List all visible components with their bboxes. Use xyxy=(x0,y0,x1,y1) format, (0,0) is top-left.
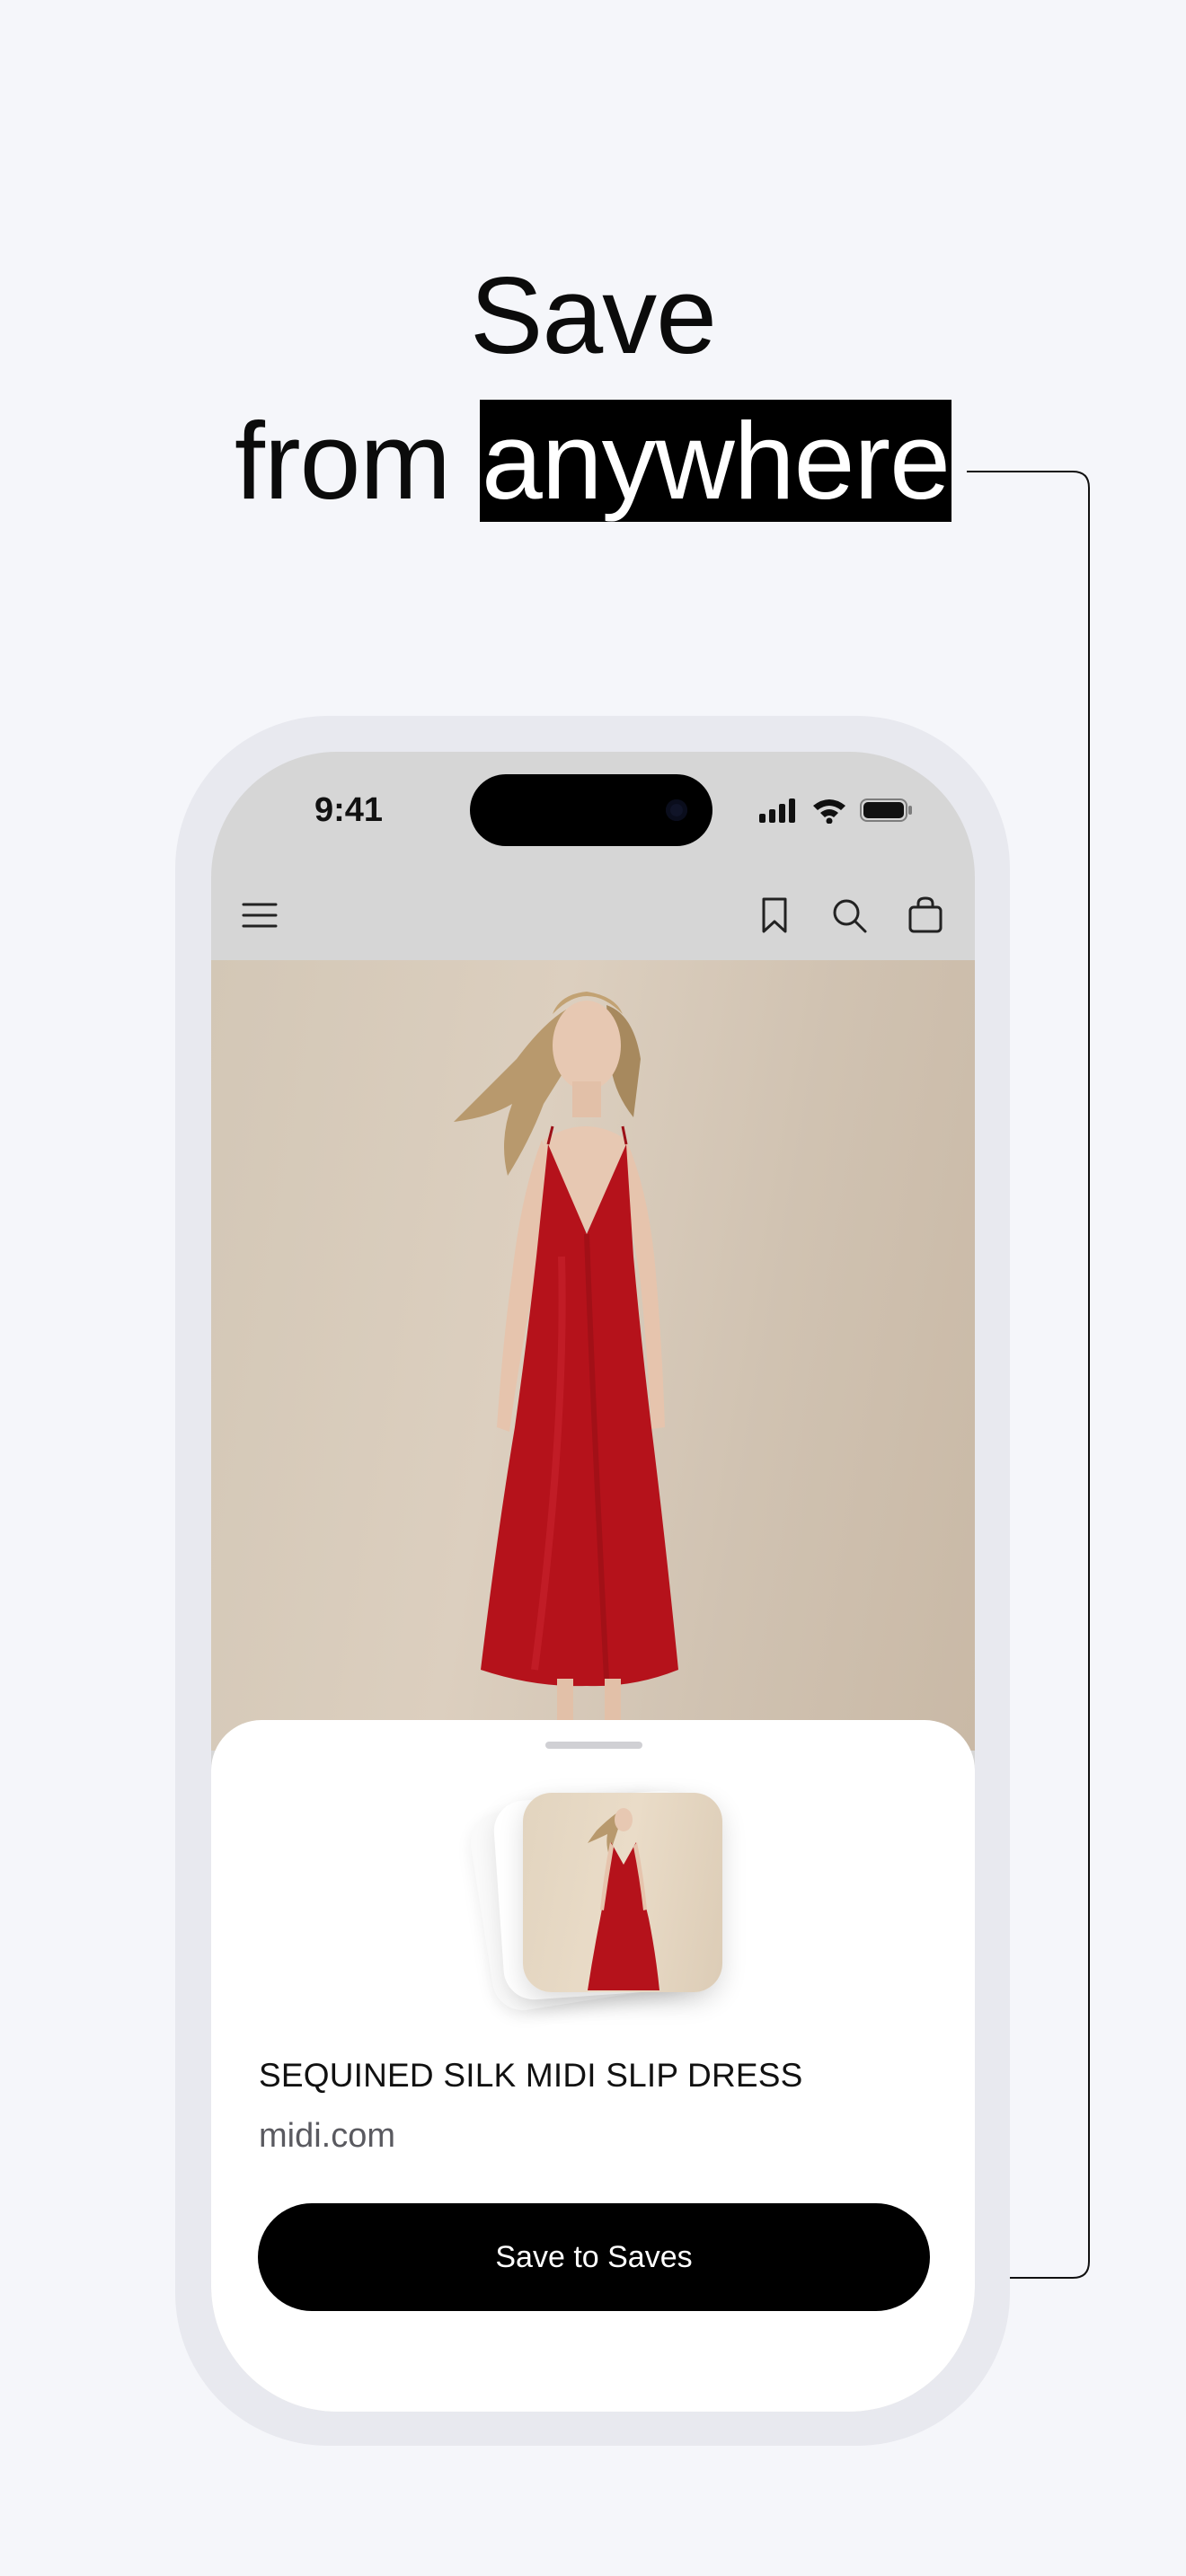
menu-icon[interactable] xyxy=(240,895,279,935)
headline-line-1: Save xyxy=(469,254,717,376)
headline-plain-word: from xyxy=(235,400,451,522)
headline-highlight-word: anywhere xyxy=(479,400,951,522)
search-icon[interactable] xyxy=(829,895,869,935)
status-time: 9:41 xyxy=(314,791,384,829)
product-domain: midi.com xyxy=(259,2117,396,2155)
save-bottom-sheet: SEQUINED SILK MIDI SLIP DRESS midi.com S… xyxy=(211,1720,975,2412)
battery-icon xyxy=(860,798,912,822)
phone-screen: 9:41 SEQUINED SILK MIDI SLIP DRESS midi.… xyxy=(211,752,975,2412)
headline: Save from anywhere xyxy=(0,243,1186,534)
model-illustration xyxy=(454,992,678,1751)
bookmark-icon[interactable] xyxy=(755,895,794,935)
thumbnail-illustration xyxy=(588,1808,659,1990)
wifi-icon xyxy=(813,799,845,824)
status-bar: 9:41 xyxy=(211,752,975,869)
save-to-saves-button[interactable]: Save to Saves xyxy=(258,2203,930,2311)
headline-line-2: from anywhere xyxy=(0,388,1186,534)
camera-icon xyxy=(666,799,687,821)
sheet-grabber[interactable] xyxy=(545,1742,642,1749)
signal-icon xyxy=(759,798,795,823)
product-thumbnail xyxy=(523,1793,722,1992)
shopping-bag-icon[interactable] xyxy=(906,895,945,935)
product-hero-image xyxy=(211,960,975,1751)
product-title: SEQUINED SILK MIDI SLIP DRESS xyxy=(259,2057,803,2094)
dynamic-island xyxy=(470,774,712,846)
site-navbar xyxy=(211,869,975,958)
status-icons xyxy=(757,797,914,824)
